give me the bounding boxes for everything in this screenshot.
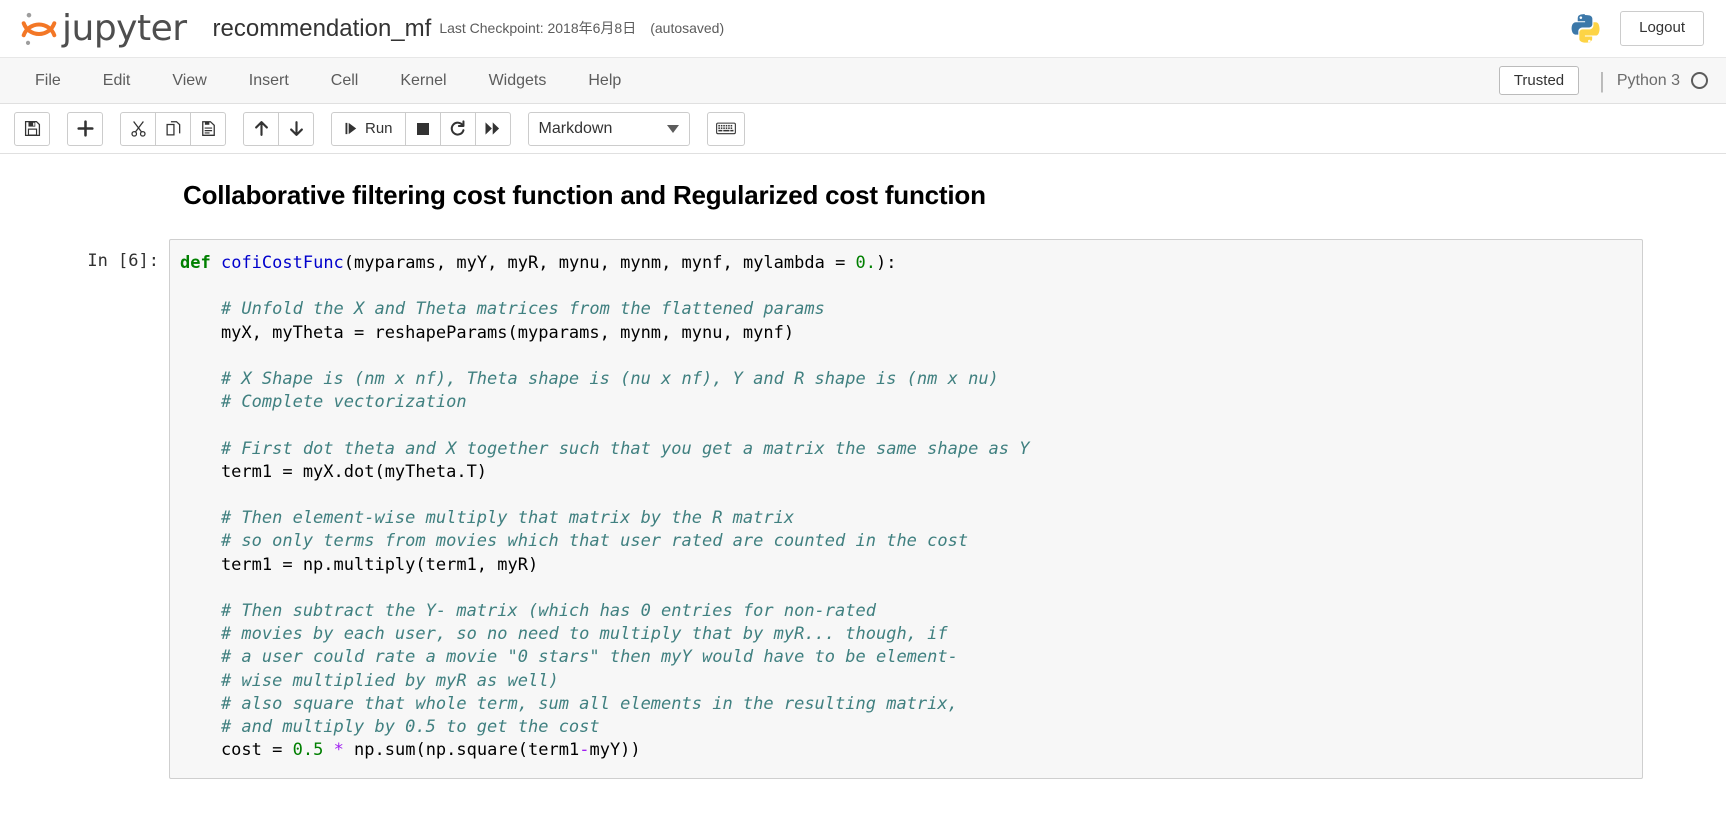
- menu-bar: File Edit View Insert Cell Kernel Widget…: [0, 58, 1726, 104]
- cell-type-value: Markdown: [538, 119, 613, 137]
- keyboard-icon: [715, 121, 736, 136]
- header-right-group: Logout: [1568, 11, 1704, 46]
- menubar-divider: |: [1599, 67, 1605, 93]
- markdown-heading: Collaborative filtering cost function an…: [183, 180, 986, 210]
- code-cell[interactable]: In [6]: def cofiCostFunc(myparams, myY, …: [83, 239, 1643, 779]
- markdown-cell[interactable]: Collaborative filtering cost function an…: [169, 160, 1643, 231]
- plus-icon: [76, 120, 94, 137]
- python-logo-icon: [1568, 12, 1602, 46]
- menu-item-help[interactable]: Help: [567, 58, 642, 103]
- menu-item-file[interactable]: File: [14, 58, 82, 103]
- interrupt-kernel-button[interactable]: [404, 111, 441, 146]
- paste-icon: [200, 120, 217, 137]
- menu-item-edit[interactable]: Edit: [82, 58, 152, 103]
- notebook-toolbar: Run Markdown: [0, 104, 1726, 154]
- toolbar-group-clipboard: [120, 111, 226, 146]
- insert-cell-button[interactable]: [67, 111, 103, 146]
- cell-type-select[interactable]: Markdown: [527, 111, 690, 146]
- floppy-disk-icon: [24, 120, 41, 137]
- save-button[interactable]: [14, 111, 50, 146]
- menu-item-widgets[interactable]: Widgets: [468, 58, 568, 103]
- run-button-label: Run: [365, 120, 393, 137]
- copy-cell-button[interactable]: [155, 111, 191, 146]
- kernel-idle-circle-icon[interactable]: [1691, 72, 1708, 89]
- last-checkpoint-label: Last Checkpoint: 2018年6月8日: [439, 19, 637, 36]
- kernel-name-label: Python 3: [1616, 71, 1680, 89]
- execution-count-prompt: In [6]:: [87, 251, 159, 271]
- arrow-up-icon: [253, 120, 270, 137]
- logout-button[interactable]: Logout: [1620, 11, 1704, 46]
- trusted-badge[interactable]: Trusted: [1498, 66, 1580, 95]
- menubar-right-group: Trusted | Python 3: [1498, 58, 1726, 103]
- menu-item-kernel[interactable]: Kernel: [379, 58, 467, 103]
- notebook-header: jupyter recommendation_mf Last Checkpoin…: [0, 0, 1726, 58]
- code-source[interactable]: def cofiCostFunc(myparams, myY, myR, myn…: [180, 252, 1632, 762]
- restart-circle-icon: [449, 120, 466, 137]
- chevron-down-icon: [666, 124, 679, 133]
- menu-item-view[interactable]: View: [151, 58, 227, 103]
- toolbar-group-insert: [67, 111, 103, 146]
- restart-kernel-button[interactable]: [439, 111, 476, 146]
- code-editor[interactable]: def cofiCostFunc(myparams, myY, myR, myn…: [169, 239, 1643, 779]
- scissors-icon: [130, 120, 147, 137]
- move-cell-down-button[interactable]: [278, 111, 314, 146]
- cut-cell-button[interactable]: [120, 111, 156, 146]
- notebook-container: Collaborative filtering cost function an…: [83, 160, 1643, 779]
- autosaved-label: (autosaved): [650, 19, 725, 36]
- run-cell-button[interactable]: Run: [331, 111, 406, 146]
- copy-icon: [165, 120, 182, 137]
- toolbar-group-save: [14, 111, 50, 146]
- jupyter-logo-link[interactable]: jupyter: [18, 8, 187, 50]
- jupyter-logo-icon: [18, 8, 60, 50]
- move-cell-up-button[interactable]: [243, 111, 279, 146]
- paste-cell-button[interactable]: [190, 111, 226, 146]
- menu-item-insert[interactable]: Insert: [228, 58, 310, 103]
- menu-item-cell[interactable]: Cell: [310, 58, 380, 103]
- run-play-icon: [344, 121, 359, 136]
- stop-square-icon: [415, 121, 431, 137]
- jupyter-wordmark: jupyter: [62, 7, 187, 49]
- keyboard-shortcuts-button[interactable]: [706, 111, 745, 146]
- fast-forward-icon: [484, 120, 501, 137]
- notebook-title[interactable]: recommendation_mf: [213, 15, 432, 43]
- arrow-down-icon: [288, 120, 305, 137]
- toolbar-group-move: [243, 111, 314, 146]
- notebook-scroll-area[interactable]: Collaborative filtering cost function an…: [0, 154, 1726, 820]
- restart-run-all-button[interactable]: [474, 111, 511, 146]
- toolbar-group-shortcuts: [706, 111, 745, 146]
- toolbar-group-run: Run: [331, 111, 511, 146]
